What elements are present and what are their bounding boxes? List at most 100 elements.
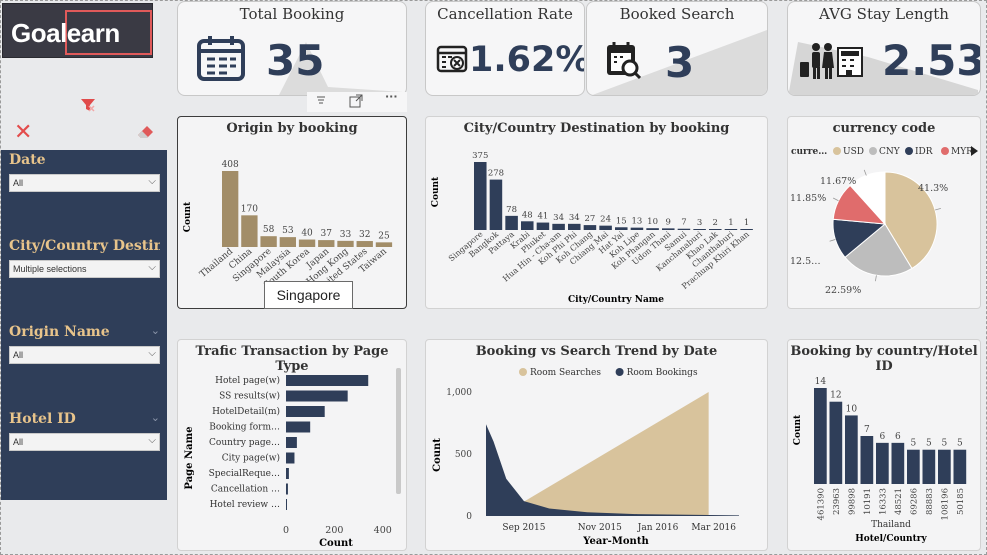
leader-line (829, 239, 836, 242)
eraser-icon[interactable] (135, 123, 157, 143)
chevron-down-icon: ⌵ (148, 176, 156, 187)
brand-logo: Goalearn (2, 3, 153, 58)
data-label: 58 (263, 225, 275, 235)
legend-entry: Room Searches (530, 368, 601, 378)
bar (286, 452, 295, 464)
leader-line (863, 169, 867, 176)
tick-label: Hotel review … (210, 500, 280, 510)
destination-dropdown[interactable]: Multiple selections ⌵ (9, 260, 160, 278)
chevron-down-icon[interactable]: ⌄ (151, 411, 160, 424)
chevron-down-icon: ⌵ (148, 435, 156, 446)
bar (876, 442, 889, 484)
data-label: 32 (359, 230, 370, 240)
tick-label: 48521 (894, 488, 904, 515)
bar (953, 449, 967, 484)
bar (318, 240, 335, 247)
traffic-chart-panel[interactable]: Trafic Transaction by Page Type Page Nam… (177, 339, 407, 551)
bar (724, 229, 738, 230)
bar (615, 227, 628, 230)
data-label: 12.5… (790, 256, 821, 267)
bar (693, 229, 706, 230)
data-label: 15 (616, 216, 627, 226)
tick-label: 0 (283, 525, 289, 536)
data-label: 11.85% (790, 193, 826, 204)
data-label: 1 (728, 218, 733, 228)
data-label: 7 (864, 425, 870, 435)
scrollbar (396, 368, 401, 494)
tick-label: 461390 (816, 488, 826, 520)
tick-label: Booking form… (209, 423, 280, 433)
logo-text: Goalearn (11, 18, 120, 48)
destination-slicer: City/Country Destin… Multiple selections… (9, 238, 160, 278)
x-axis-label: Hotel/Country (855, 534, 927, 544)
data-label: 408 (222, 160, 239, 170)
traffic-bar-chart: Page Name Hotel page(w) SS results(w) Hotel… (184, 368, 401, 549)
tick-label: Mar 2016 (691, 523, 736, 533)
cancel-calendar-icon (436, 43, 468, 77)
bar (222, 171, 239, 247)
kpi-value: 2.53 (882, 36, 981, 85)
filter-icon[interactable] (80, 97, 96, 117)
drill-icon[interactable] (315, 94, 327, 109)
more-options-icon[interactable]: ··· (385, 90, 398, 103)
chart-tooltip: Singapore (264, 281, 353, 309)
kpi-avg-stay[interactable]: AVG Stay Length 2.53 (787, 1, 981, 96)
bar (375, 242, 393, 247)
tick-label: 400 (374, 525, 392, 536)
hotel-id-dropdown[interactable]: All ⌵ (9, 433, 160, 451)
currency-pie-chart: curre… USD CNY IDR MYR 41.3% 22.59% 12.5… 11.85%… (790, 146, 978, 296)
bar (298, 239, 316, 247)
bar (521, 221, 534, 230)
destination-bar-chart: Count375Singapore278Bangkok78Pattaya48Kr… (431, 151, 753, 305)
bar (891, 442, 905, 484)
leader-line (875, 275, 877, 282)
chevron-down-icon[interactable]: ⌄ (151, 324, 160, 337)
data-label: 375 (472, 151, 488, 161)
leader-line (934, 208, 941, 211)
kpi-total-booking[interactable]: Total Booking 35 (177, 1, 407, 96)
tick-label: Sep 2015 (502, 523, 545, 533)
bar (286, 421, 311, 433)
traveler-icon (798, 38, 864, 84)
bar (662, 228, 675, 230)
destination-chart-panel[interactable]: City/Country Destination by booking Coun… (425, 116, 768, 309)
data-label: 12 (830, 391, 841, 401)
x-axis-label: Count (319, 538, 353, 549)
origin-dropdown[interactable]: All ⌵ (9, 346, 160, 364)
x-axis-label: Year-Month (582, 536, 649, 547)
legend-scroll-icon (971, 146, 978, 156)
data-label: 40 (301, 229, 313, 239)
legend-title: curre… (791, 147, 827, 157)
trend-chart-panel[interactable]: Booking vs Search Trend by Date Room Sea… (425, 339, 768, 551)
bar (286, 499, 287, 510)
bar (286, 375, 369, 386)
tick-label: 0 (466, 512, 472, 522)
data-label: 5 (941, 439, 947, 449)
data-label: 34 (569, 213, 580, 223)
trend-area-chart: Room Searches Room Bookings 0 500 1,000 Count… (432, 368, 739, 547)
data-label: 27 (585, 214, 596, 224)
y-axis-label: Count (793, 414, 803, 445)
currency-chart-panel[interactable]: currency code curre… USD CNY IDR MYR 41.3% 22.… (787, 116, 981, 309)
data-label: 34 (553, 213, 564, 223)
tick-label: Jan 2016 (637, 523, 679, 533)
kpi-title: Total Booking (239, 5, 345, 23)
kpi-value: 35 (266, 36, 325, 85)
bar (568, 223, 581, 230)
bar (599, 225, 612, 230)
tick-label: 99898 (847, 488, 857, 515)
kpi-cancellation-rate[interactable]: Cancellation Rate 1.62% (425, 1, 585, 96)
hotel-chart-panel[interactable]: Booking by country/Hotel ID Count 14 46139… (787, 339, 981, 551)
bar (505, 215, 518, 230)
y-axis-label: Count (183, 201, 193, 232)
focus-mode-icon[interactable] (349, 94, 363, 111)
bar (286, 406, 325, 417)
tick-label: 108196 (940, 488, 950, 520)
kpi-booked-search[interactable]: Booked Search 3 (586, 1, 768, 96)
data-label: 7 (681, 218, 686, 228)
tick-label: SpecialReque… (209, 469, 280, 479)
clear-icon[interactable]: ✕ (14, 122, 32, 144)
date-dropdown[interactable]: All ⌵ (9, 174, 160, 192)
data-label: 278 (488, 169, 504, 179)
bar (709, 229, 722, 230)
